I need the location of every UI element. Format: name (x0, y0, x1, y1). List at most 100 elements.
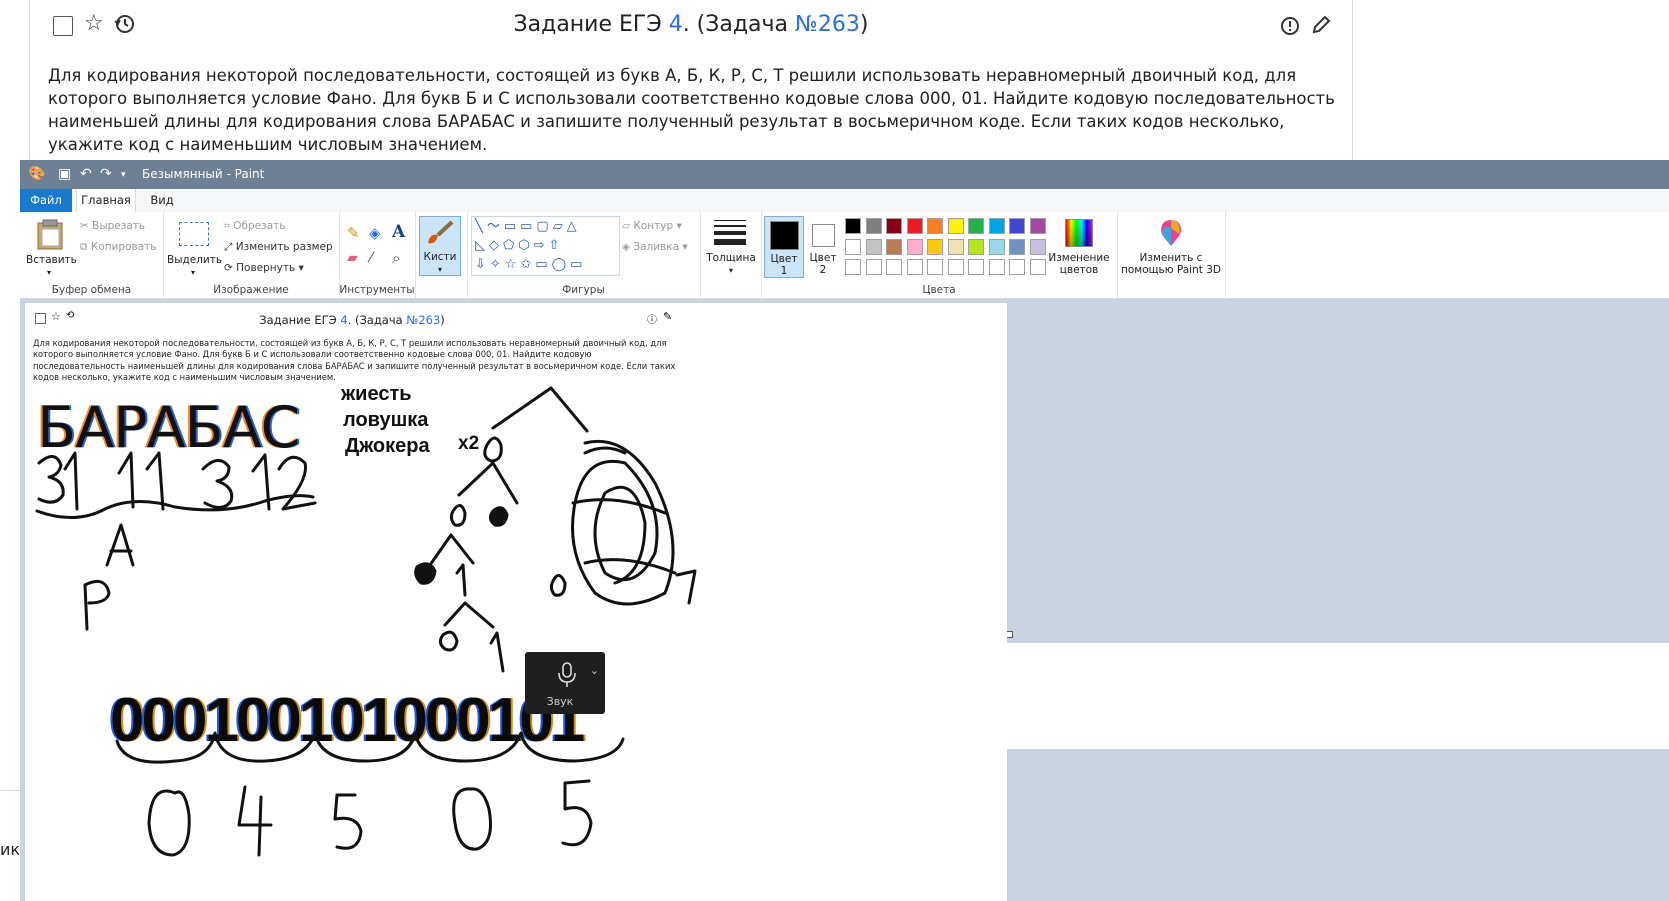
edit-colors-button[interactable]: Изменение цветов (1047, 216, 1111, 278)
canvas-resize-handle[interactable] (1006, 631, 1013, 638)
crop-icon: ⌗ (224, 220, 230, 232)
hand-letter-a (105, 523, 135, 567)
color-swatch[interactable] (845, 259, 861, 275)
line-thickness-icon (714, 220, 746, 245)
tree-node-0-top (483, 436, 503, 463)
color2-button[interactable]: Цвет 2 (805, 216, 841, 276)
save-icon[interactable]: ▣ (58, 166, 71, 182)
selection-rect-icon (179, 222, 209, 246)
page-title: Задание ЕГЭ 4. (Задача №263) (513, 12, 869, 37)
tab-file[interactable]: Файл (20, 189, 72, 212)
clipboard-icon (37, 219, 63, 250)
tree-node-0-mid (449, 504, 467, 527)
undo-icon[interactable]: ↶ (80, 166, 92, 182)
octal-digit-5 (333, 793, 363, 850)
paint3d-icon (1161, 220, 1181, 246)
color-swatch[interactable] (886, 259, 902, 275)
color-swatch[interactable] (947, 259, 964, 275)
pencil-tool-icon[interactable]: ✎ (347, 224, 360, 242)
color-swatch[interactable] (906, 259, 923, 275)
voice-input-widget[interactable]: ⌄ Звук (525, 652, 605, 714)
text-tool-icon[interactable]: A (392, 222, 405, 242)
magnifier-icon[interactable]: ⌕ (392, 249, 400, 267)
color-swatch[interactable] (988, 218, 1005, 234)
task-text: Для кодирования некоторой последовательн… (48, 66, 1335, 154)
color-swatch[interactable] (968, 238, 984, 255)
color1-swatch (770, 221, 799, 250)
tree-level4-branches (443, 601, 495, 629)
color-swatch[interactable] (886, 218, 902, 234)
chevron-down-icon[interactable]: ⌄ (590, 664, 599, 677)
octal-digit-0b (452, 787, 492, 851)
brushes-button[interactable]: Кисти ▾ (419, 216, 461, 276)
color-swatch[interactable] (906, 218, 923, 234)
color-swatch[interactable] (865, 218, 882, 234)
fill-tool-icon[interactable]: ◈ (369, 224, 381, 242)
color-swatch[interactable] (1009, 259, 1025, 275)
colors-group: Цвет 1 Цвет 2 Изменение цветов Цвета (761, 212, 1118, 298)
color-swatch[interactable] (927, 238, 943, 255)
pencil-icon[interactable] (1310, 14, 1332, 40)
quick-access-dropdown-icon[interactable]: ▾ (121, 170, 126, 180)
color-swatch[interactable] (865, 259, 882, 275)
paint-window: 🎨 ▣ ↶ ↷ ▾ Безымянный - Paint Файл Главна… (20, 160, 1669, 901)
color-swatch[interactable] (947, 238, 964, 255)
eraser-tool-icon[interactable]: ▰ (347, 250, 358, 266)
color-swatch[interactable] (1009, 238, 1025, 255)
color-swatch[interactable] (1009, 218, 1025, 234)
paste-button[interactable]: Вставить ▾ (26, 216, 77, 277)
color-swatch[interactable] (1029, 218, 1046, 234)
color1-button[interactable]: Цвет 1 (764, 216, 804, 278)
task-number-link[interactable]: №263 (795, 12, 860, 37)
hand-digit-2 (277, 455, 317, 511)
color-swatch[interactable] (988, 259, 1005, 275)
tab-view[interactable]: Вид (140, 189, 184, 212)
tree-node-1-low (455, 563, 467, 597)
resize-button[interactable]: ⤢ Изменить размер (224, 241, 333, 254)
scissors-icon: ✂ (80, 220, 89, 232)
divider (0, 790, 20, 791)
color2-swatch (812, 224, 835, 247)
size-button[interactable]: Толщина ▾ (706, 218, 756, 278)
color-picker-icon[interactable]: ⁄ (370, 250, 372, 266)
fill-button[interactable]: ◈ Заливка ▾ (622, 241, 688, 253)
select-button[interactable]: Выделить ▾ (167, 216, 222, 278)
fill-bucket-icon: ◈ (622, 241, 631, 253)
tree-node-1-bottom (489, 631, 505, 673)
tree-level2-branches (457, 461, 519, 505)
size-group: Толщина ▾ (700, 212, 762, 298)
color-swatch[interactable] (845, 238, 861, 255)
ege-number-link[interactable]: 4 (669, 12, 683, 37)
rotate-button[interactable]: ⟳ Повернуть ▾ (224, 262, 304, 274)
hand-digit-0-right (549, 574, 567, 597)
color-swatch[interactable] (988, 238, 1005, 255)
outline-button[interactable]: ▱ Контур ▾ (622, 220, 682, 232)
redo-icon[interactable]: ↷ (100, 166, 112, 182)
color-swatch[interactable] (1029, 238, 1046, 255)
color-swatch[interactable] (906, 238, 923, 255)
drawing-canvas[interactable]: ☆ ⟲ ⓘ ✎ Задание ЕГЭ 4. (Задача №263) Для… (25, 303, 1007, 901)
hand-digit-1a (63, 451, 79, 511)
paint3d-button[interactable]: Изменить с помощью Paint 3D (1119, 216, 1223, 280)
color-swatch[interactable] (927, 259, 943, 275)
paint-app-icon[interactable]: 🎨 (28, 166, 45, 182)
title-bar: 🎨 ▣ ↶ ↷ ▾ Безымянный - Paint (20, 160, 1669, 189)
crop-button[interactable]: ⌗ Обрезать (224, 220, 285, 233)
hand-letter-p (83, 579, 111, 631)
copy-icon: ⧉ (80, 241, 88, 253)
info-icon[interactable] (1280, 16, 1300, 40)
shapes-gallery[interactable]: ╲〜▭▭▢▱△ ◺◇⬠⬡⇨⇧ ⇩✧☆✩▭◯▭ (471, 216, 620, 276)
color-swatch[interactable] (1029, 259, 1046, 275)
copy-button[interactable]: ⧉ Копировать (80, 241, 156, 254)
color-swatch[interactable] (845, 218, 861, 234)
color-swatch[interactable] (968, 218, 984, 234)
cut-button[interactable]: ✂ Вырезать (80, 220, 145, 232)
color-swatch[interactable] (886, 238, 902, 255)
hand-digit-3b (201, 459, 234, 509)
color-swatch[interactable] (927, 218, 943, 234)
color-swatch[interactable] (947, 218, 964, 234)
color-swatch[interactable] (968, 259, 984, 275)
ribbon-tabs: Файл Главная Вид (20, 189, 1669, 213)
tab-home[interactable]: Главная (76, 189, 136, 213)
color-swatch[interactable] (865, 238, 882, 255)
